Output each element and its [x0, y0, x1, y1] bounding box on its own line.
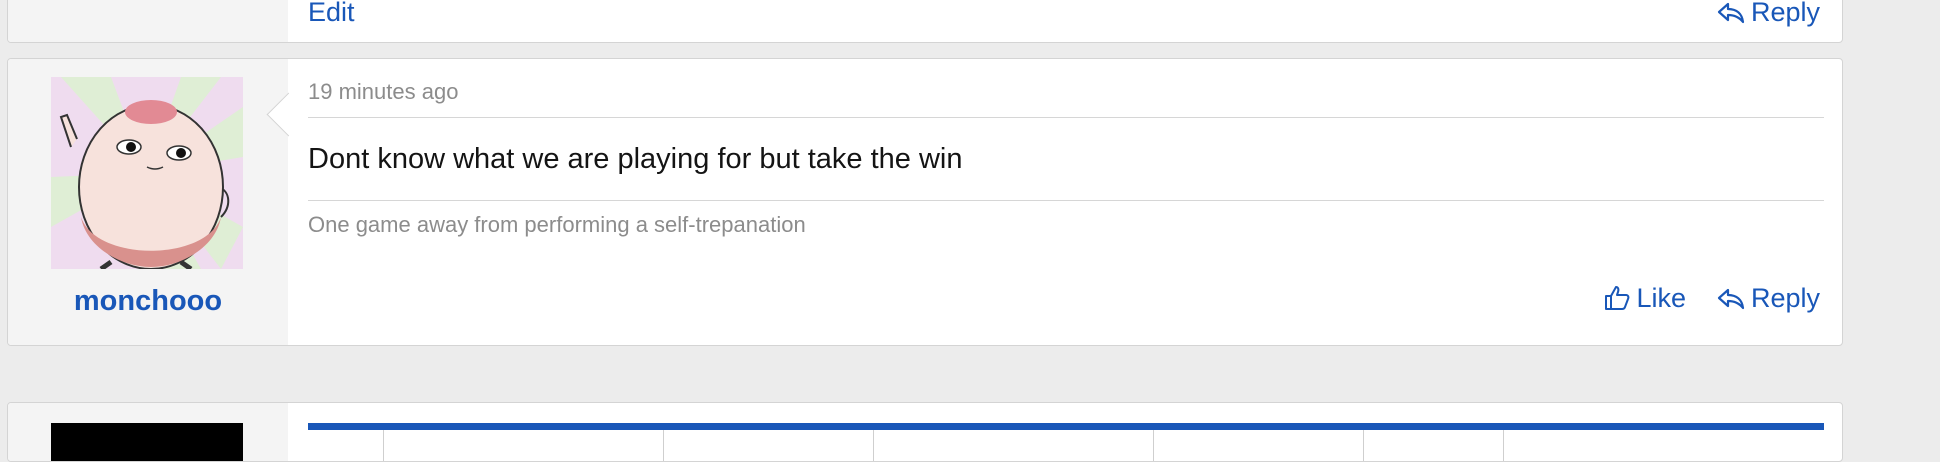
username-link[interactable]: monchooo: [8, 285, 288, 318]
post-message: Dont know what we are playing for but ta…: [308, 143, 963, 175]
reply-button[interactable]: Reply: [1717, 283, 1820, 314]
previous-post-content: Edit Reply: [288, 0, 1842, 42]
like-button[interactable]: Like: [1604, 283, 1686, 314]
reply-label: Reply: [1750, 283, 1820, 313]
table-column-divider: [1153, 430, 1154, 461]
reply-label: Reply: [1750, 0, 1820, 27]
signature-divider: [308, 200, 1824, 201]
reply-icon: [1717, 288, 1745, 310]
previous-post: Edit Reply: [7, 0, 1843, 43]
next-post: [7, 402, 1843, 462]
next-post-content: [288, 403, 1842, 461]
forum-post: monchooo 19 minutes ago Dont know what w…: [7, 58, 1843, 346]
table-column-divider: [663, 430, 664, 461]
header-divider: [308, 117, 1824, 118]
user-avatar[interactable]: [51, 77, 243, 269]
post-content: 19 minutes ago Dont know what we are pla…: [288, 59, 1842, 345]
reply-icon: [1717, 2, 1745, 24]
egg-character-avatar-icon: [51, 77, 243, 269]
previous-reply-button[interactable]: Reply: [1717, 0, 1820, 28]
next-post-avatar[interactable]: [51, 423, 243, 461]
next-post-user-column: [8, 403, 288, 461]
embedded-table-header: [308, 423, 1824, 461]
like-label: Like: [1636, 283, 1686, 313]
table-column-divider: [383, 430, 384, 461]
post-signature: One game away from performing a self-tre…: [308, 212, 806, 237]
edit-link[interactable]: Edit: [308, 0, 355, 28]
table-column-divider: [873, 430, 874, 461]
table-column-divider: [1503, 430, 1504, 461]
table-column-divider: [1363, 430, 1364, 461]
post-timestamp[interactable]: 19 minutes ago: [308, 79, 458, 105]
post-user-column: monchooo: [8, 59, 288, 345]
thumbs-up-icon: [1605, 286, 1630, 310]
previous-post-user-column: [8, 0, 288, 42]
